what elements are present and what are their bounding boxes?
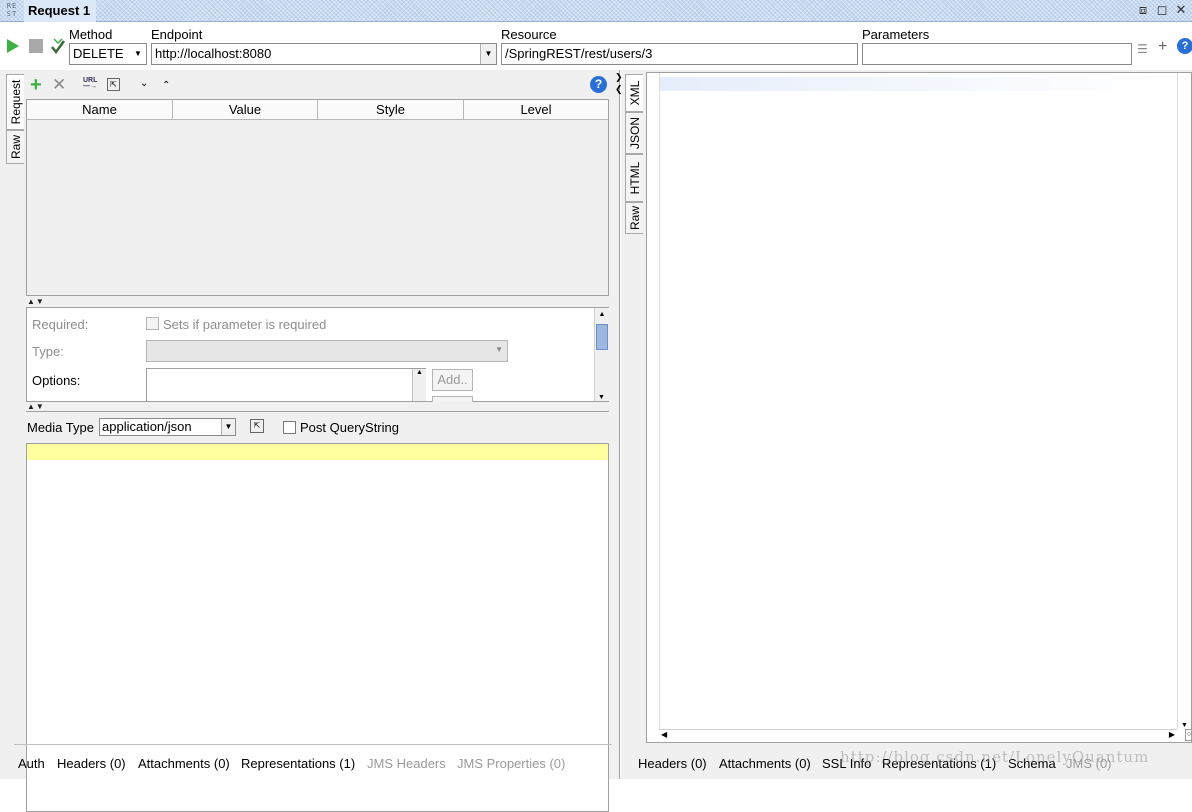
tab-attachments[interactable]: Attachments (0) <box>138 756 230 771</box>
options-scrollbar[interactable]: ▲ <box>412 369 426 401</box>
tab-auth[interactable]: Auth <box>18 756 45 771</box>
window-title: Request 1 <box>24 0 97 22</box>
rest-icon: RE ST <box>6 2 18 18</box>
move-up-icon[interactable]: ⌃ <box>162 80 170 91</box>
scrollbar-thumb[interactable] <box>596 324 608 350</box>
chevron-down-icon[interactable]: ▼ <box>130 44 146 64</box>
chevron-down-icon[interactable]: ▼ <box>495 345 503 354</box>
chevron-left-icon[interactable]: ◀ <box>661 730 667 739</box>
splitter-arrows-icon[interactable]: ▲▼ <box>27 402 45 411</box>
method-select[interactable]: DELETE ▼ <box>69 43 147 65</box>
title-bar: RE ST Request 1 ⧈ ◻ ✕ <box>0 0 1192 22</box>
delete-icon[interactable]: ✕ <box>52 75 66 95</box>
details-scrollbar[interactable]: ▲ ▼ <box>594 308 609 401</box>
gutter-line <box>659 73 660 729</box>
tab-response-headers[interactable]: Headers (0) <box>638 756 707 771</box>
media-type-label: Media Type <box>27 420 94 435</box>
play-icon[interactable] <box>6 38 20 54</box>
chevron-down-icon[interactable]: ▼ <box>595 394 608 401</box>
help-icon[interactable]: ? <box>1177 38 1192 54</box>
help-icon[interactable]: ? <box>590 76 607 93</box>
parameters-label: Parameters <box>862 27 930 42</box>
tab-json[interactable]: JSON <box>625 112 643 154</box>
method-value: DELETE <box>73 46 124 61</box>
expand-icon[interactable]: ⇱ <box>107 78 120 91</box>
tab-html[interactable]: HTML <box>625 154 643 202</box>
resource-label: Resource <box>501 27 557 42</box>
endpoint-value: http://localhost:8080 <box>155 46 272 61</box>
restore-icon[interactable]: ⧈ <box>1135 2 1151 18</box>
response-vertical-scrollbar[interactable]: ▼ <box>1177 73 1191 729</box>
tab-headers[interactable]: Headers (0) <box>57 756 126 771</box>
maximize-icon[interactable]: ◻ <box>1154 2 1170 18</box>
tab-jms-properties[interactable]: JMS Properties (0) <box>457 756 565 771</box>
required-checkbox-label: Sets if parameter is required <box>163 317 327 332</box>
required-label: Required: <box>32 317 89 332</box>
tab-representations[interactable]: Representations (1) <box>241 756 355 771</box>
params-table[interactable]: Name Value Style Level <box>26 99 609 296</box>
url-encode-icon[interactable]: URL —→ <box>83 77 99 90</box>
tab-raw-response[interactable]: Raw <box>625 202 643 234</box>
tab-request[interactable]: Request <box>6 74 24 130</box>
tab-jms-headers[interactable]: JMS Headers <box>367 756 446 771</box>
tab-response-attachments[interactable]: Attachments (0) <box>719 756 811 771</box>
chevron-left-icon[interactable]: ❮ <box>615 84 623 95</box>
type-select[interactable]: ▼ <box>146 340 508 362</box>
move-down-icon[interactable]: ⌄ <box>140 78 148 89</box>
chevron-right-icon[interactable]: ❯ <box>615 72 623 83</box>
chevron-down-icon[interactable]: ▼ <box>480 44 496 64</box>
method-label: Method <box>69 27 113 42</box>
add-parameter-icon[interactable]: + <box>1158 38 1167 56</box>
current-line-highlight <box>27 444 608 460</box>
chevron-up-icon[interactable]: ▲ <box>413 369 426 376</box>
chevron-down-icon[interactable]: ▼ <box>1178 722 1191 729</box>
resource-value: /SpringREST/rest/users/3 <box>505 46 653 61</box>
column-header-value[interactable]: Value <box>173 100 318 120</box>
response-panel: ❯ ❮ XML JSON HTML Raw ▼ ◀ ▶ ○ <box>615 70 1192 779</box>
type-label: Type: <box>32 344 64 359</box>
tab-xml[interactable]: XML <box>625 74 643 112</box>
filter-icon[interactable]: ☰ <box>1137 42 1151 56</box>
watermark: http://blog.csdn.net/LonelyQuantum <box>840 748 1150 766</box>
chevron-down-icon[interactable]: ▼ <box>221 419 235 435</box>
current-line-highlight <box>659 77 1159 91</box>
endpoint-combo[interactable]: http://localhost:8080 ▼ <box>151 43 497 65</box>
check-icon[interactable] <box>50 37 66 55</box>
required-checkbox[interactable] <box>146 317 159 330</box>
media-type-combo[interactable]: application/json ▼ <box>99 418 236 436</box>
divider <box>14 744 612 745</box>
add-icon[interactable]: + <box>30 75 42 95</box>
response-editor[interactable]: ▼ ◀ ▶ <box>646 72 1192 743</box>
expand-icon[interactable]: ⇱ <box>250 419 264 433</box>
endpoint-label: Endpoint <box>151 27 203 42</box>
chevron-up-icon[interactable]: ▲ <box>595 308 609 322</box>
close-icon[interactable]: ✕ <box>1173 2 1189 18</box>
options-label: Options: <box>32 373 81 388</box>
post-querystring-checkbox[interactable] <box>283 421 296 434</box>
tab-raw[interactable]: Raw <box>6 130 24 164</box>
media-type-value: application/json <box>102 419 192 434</box>
request-panel: Request Raw + ✕ URL —→ ⇱ ⌄ ⌃ ? Name Value… <box>0 70 620 812</box>
remove-option-button[interactable] <box>432 396 473 402</box>
options-list[interactable] <box>146 368 426 402</box>
resource-input[interactable]: /SpringREST/rest/users/3 <box>501 43 858 65</box>
param-details: Required: Sets if parameter is required … <box>26 307 609 402</box>
post-querystring-label: Post QueryString <box>300 420 399 435</box>
column-header-name[interactable]: Name <box>27 100 173 120</box>
chevron-right-icon[interactable]: ▶ <box>1169 730 1175 739</box>
add-option-button[interactable]: Add.. <box>432 369 473 391</box>
column-header-style[interactable]: Style <box>318 100 464 120</box>
splitter-arrows-icon[interactable]: ▲▼ <box>27 297 45 306</box>
response-horizontal-scrollbar[interactable]: ◀ ▶ <box>659 729 1177 742</box>
corner-icon[interactable]: ○ <box>1185 729 1192 741</box>
parameters-input[interactable] <box>862 43 1132 65</box>
divider <box>26 411 609 412</box>
stop-icon[interactable] <box>29 39 43 53</box>
column-header-level[interactable]: Level <box>464 100 608 120</box>
